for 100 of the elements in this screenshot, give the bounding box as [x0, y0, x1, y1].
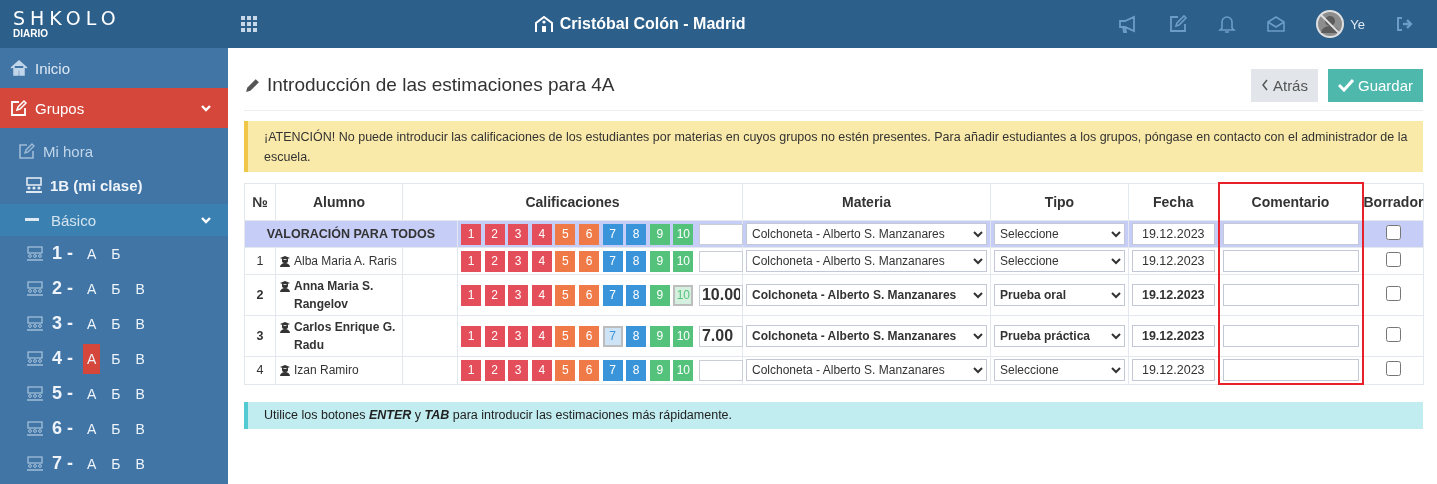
grade-button[interactable]: 7 — [602, 284, 623, 306]
grade-button[interactable]: 7 — [602, 250, 623, 272]
grade-button[interactable]: 5 — [555, 325, 576, 347]
class-letter-link[interactable]: В — [131, 413, 149, 444]
type-select[interactable]: Seleccione — [994, 250, 1125, 272]
subject-select[interactable]: Colchoneta - Alberto S. Manzanares — [746, 284, 987, 306]
comment-field[interactable] — [1222, 325, 1359, 347]
logout-icon[interactable] — [1395, 15, 1415, 33]
date-field[interactable]: 19.12.2023 — [1132, 359, 1215, 382]
grade-button[interactable]: 8 — [626, 223, 647, 245]
grade-button[interactable]: 8 — [626, 284, 647, 306]
grade-button[interactable]: 1 — [461, 250, 481, 272]
grade-button[interactable]: 7 — [602, 359, 623, 381]
comment-field[interactable] — [1222, 250, 1359, 272]
grade-button[interactable]: 9 — [649, 250, 670, 272]
grade-button[interactable]: 6 — [578, 325, 599, 347]
class-letter-link[interactable]: Б — [107, 273, 125, 304]
sidebar-item[interactable]: Inicio — [0, 48, 228, 88]
subject-select[interactable]: Colchoneta - Alberto S. Manzanares — [746, 325, 987, 347]
grade-button[interactable]: 3 — [508, 250, 529, 272]
apps-grid-icon[interactable] — [241, 16, 257, 32]
class-letter-link[interactable]: В — [131, 308, 149, 339]
date-field[interactable]: 19.12.2023 — [1132, 223, 1215, 245]
date-field[interactable]: 19.12.2023 — [1132, 284, 1215, 306]
grade-button[interactable]: 2 — [484, 284, 505, 306]
class-letter-link[interactable]: В — [131, 448, 149, 479]
sidebar-item[interactable]: Básico — [0, 204, 228, 236]
avatar-icon[interactable] — [1316, 10, 1345, 38]
sidebar-item[interactable]: Grupos — [0, 88, 228, 128]
grade-button[interactable]: 8 — [626, 359, 647, 381]
grade-button[interactable]: 3 — [508, 223, 529, 245]
class-letter-link[interactable]: А — [83, 273, 101, 304]
draft-checkbox[interactable] — [1385, 225, 1401, 240]
grade-button[interactable]: 2 — [484, 325, 505, 347]
class-letter-link[interactable]: А — [83, 378, 101, 409]
draft-checkbox[interactable] — [1385, 327, 1401, 342]
back-button[interactable]: Atrás — [1250, 68, 1318, 102]
sidebar-item[interactable]: 1B (mi clase) — [0, 171, 228, 199]
grade-button[interactable]: 1 — [461, 284, 481, 306]
grade-button[interactable]: 8 — [626, 325, 647, 347]
type-select[interactable]: Seleccione — [994, 359, 1125, 382]
class-letter-link[interactable]: А — [83, 343, 101, 374]
grade-button[interactable]: 1 — [461, 223, 481, 245]
grade-button[interactable]: 8 — [626, 250, 647, 272]
grade-button[interactable]: 1 — [461, 325, 481, 347]
grade-button[interactable]: 2 — [484, 359, 505, 381]
type-select[interactable]: Prueba práctica — [994, 325, 1125, 347]
grade-button[interactable]: 10 — [673, 223, 694, 245]
grade-button[interactable]: 9 — [649, 223, 670, 245]
draft-checkbox[interactable] — [1385, 286, 1401, 301]
edit-icon[interactable] — [1168, 14, 1189, 34]
type-select[interactable]: Seleccione — [994, 223, 1125, 245]
grade-button[interactable]: 1 — [461, 359, 481, 381]
class-letter-link[interactable]: Б — [107, 378, 125, 409]
user-name[interactable]: Ye — [1350, 16, 1365, 32]
class-letter-link[interactable]: Б — [107, 238, 125, 269]
grade-button[interactable]: 10 — [673, 359, 694, 381]
grade-button[interactable]: 5 — [555, 250, 576, 272]
class-letter-link[interactable]: Б — [107, 448, 125, 479]
grade-button[interactable]: 7 — [602, 325, 623, 347]
comment-field[interactable] — [1222, 284, 1359, 306]
subject-select[interactable]: Colchoneta - Alberto S. Manzanares — [746, 223, 987, 245]
grade-button[interactable]: 10 — [673, 250, 694, 272]
grade-button[interactable]: 9 — [649, 359, 670, 381]
class-letter-link[interactable]: Б — [107, 343, 125, 374]
draft-checkbox[interactable] — [1385, 361, 1401, 377]
class-letter-link[interactable]: А — [83, 308, 101, 339]
class-letter-link[interactable]: Б — [107, 308, 125, 339]
date-field[interactable]: 19.12.2023 — [1132, 250, 1215, 272]
subject-select[interactable]: Colchoneta - Alberto S. Manzanares — [746, 250, 987, 272]
class-letter-link[interactable]: А — [83, 238, 101, 269]
grade-input[interactable] — [698, 223, 743, 245]
grade-input[interactable]: 7.00 — [698, 325, 743, 347]
grade-input[interactable] — [698, 250, 743, 272]
grade-button[interactable]: 3 — [508, 325, 529, 347]
class-letter-link[interactable]: В — [131, 273, 149, 304]
grade-button[interactable]: 9 — [649, 284, 670, 306]
class-letter-link[interactable]: А — [83, 448, 101, 479]
grade-button[interactable]: 4 — [531, 325, 552, 347]
type-select[interactable]: Prueba oral — [994, 284, 1125, 306]
class-letter-link[interactable]: В — [131, 378, 149, 409]
class-letter-link[interactable]: В — [131, 343, 149, 374]
grade-button[interactable]: 5 — [555, 223, 576, 245]
grade-button[interactable]: 2 — [484, 250, 505, 272]
logo[interactable]: SHKOLO — [13, 8, 121, 28]
class-letter-link[interactable]: А — [83, 413, 101, 444]
date-field[interactable]: 19.12.2023 — [1132, 325, 1215, 347]
grade-button[interactable]: 6 — [578, 359, 599, 381]
grade-button[interactable]: 3 — [508, 359, 529, 381]
grade-button[interactable]: 3 — [508, 284, 529, 306]
class-letter-link[interactable]: Б — [107, 413, 125, 444]
grade-button[interactable]: 6 — [578, 284, 599, 306]
grade-button[interactable]: 5 — [555, 359, 576, 381]
grade-button[interactable]: 9 — [649, 325, 670, 347]
grade-button[interactable]: 7 — [602, 223, 623, 245]
grade-button[interactable]: 4 — [531, 284, 552, 306]
comment-field[interactable] — [1222, 223, 1359, 245]
comment-field[interactable] — [1222, 359, 1359, 381]
grade-button[interactable]: 6 — [578, 223, 599, 245]
grade-button[interactable]: 10 — [673, 325, 694, 347]
